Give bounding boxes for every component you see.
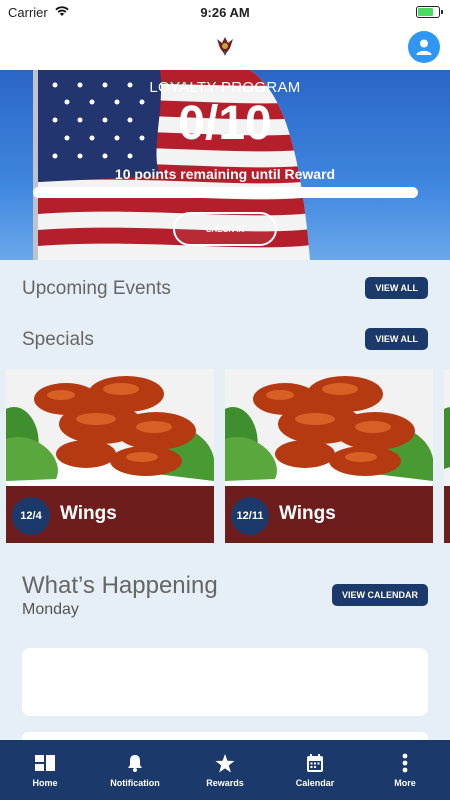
- check-in-button[interactable]: CHECK IN: [173, 212, 277, 246]
- special-card[interactable]: 12/4 Wings: [6, 369, 214, 543]
- user-icon[interactable]: [408, 31, 440, 63]
- tab-calendar[interactable]: Calendar: [270, 740, 360, 800]
- tab-label: Calendar: [295, 778, 335, 788]
- loyalty-remaining: 10 points remaining until Reward: [114, 166, 336, 182]
- special-card-footer: 12/4 Wings: [6, 486, 214, 543]
- tab-rewards[interactable]: Rewards: [180, 740, 270, 800]
- battery-icon: [416, 6, 443, 18]
- loyalty-progress-bar: [33, 187, 418, 198]
- whats-happening-title: What’s Happening: [22, 572, 218, 599]
- bottom-tab-bar: Home Notification Rewards Calendar More: [0, 740, 450, 800]
- special-card[interactable]: 12/11 Wings: [225, 369, 433, 543]
- app-header: [0, 24, 450, 70]
- event-card[interactable]: [22, 648, 428, 716]
- carrier-label: Carrier: [8, 4, 48, 20]
- wifi-icon: [54, 5, 70, 20]
- special-name: Wings: [279, 503, 336, 524]
- upcoming-events-title: Upcoming Events: [22, 278, 171, 299]
- wings-image: [6, 369, 214, 486]
- special-name: Wings: [60, 503, 117, 524]
- star-icon: [215, 752, 235, 774]
- special-date-badge: 12/4: [12, 497, 50, 535]
- wings-image: [225, 369, 433, 486]
- tab-label: Rewards: [206, 778, 244, 788]
- specials-carousel[interactable]: 12/4 Wings 12/11 Wings: [6, 369, 450, 543]
- loyalty-banner: LOYALTY PROGRAM 0/10 10 points remaining…: [0, 70, 450, 260]
- more-vertical-icon: [402, 752, 408, 774]
- special-card-peek[interactable]: [444, 369, 450, 543]
- tab-more[interactable]: More: [360, 740, 450, 800]
- loyalty-title: LOYALTY PROGRAM: [149, 79, 301, 96]
- specials-view-all-button[interactable]: VIEW ALL: [365, 328, 428, 350]
- tab-label: More: [394, 778, 416, 788]
- view-calendar-button[interactable]: VIEW CALENDAR: [332, 584, 428, 606]
- tab-home[interactable]: Home: [0, 740, 90, 800]
- special-date-badge: 12/11: [231, 497, 269, 535]
- bell-icon: [127, 752, 143, 774]
- eagle-emblem-icon: [215, 35, 235, 57]
- tab-notification[interactable]: Notification: [90, 740, 180, 800]
- upcoming-events-view-all-button[interactable]: VIEW ALL: [365, 277, 428, 299]
- tab-label: Notification: [110, 778, 160, 788]
- specials-title: Specials: [22, 329, 94, 350]
- whats-happening-day: Monday: [22, 601, 79, 618]
- tab-label: Home: [32, 778, 58, 788]
- special-card-footer: 12/11 Wings: [225, 486, 433, 543]
- calendar-icon: [307, 752, 323, 774]
- loyalty-count: 0/10: [178, 97, 272, 150]
- status-bar: Carrier 9:26 AM: [0, 0, 450, 24]
- home-grid-icon: [35, 752, 55, 774]
- wings-image: [444, 369, 450, 486]
